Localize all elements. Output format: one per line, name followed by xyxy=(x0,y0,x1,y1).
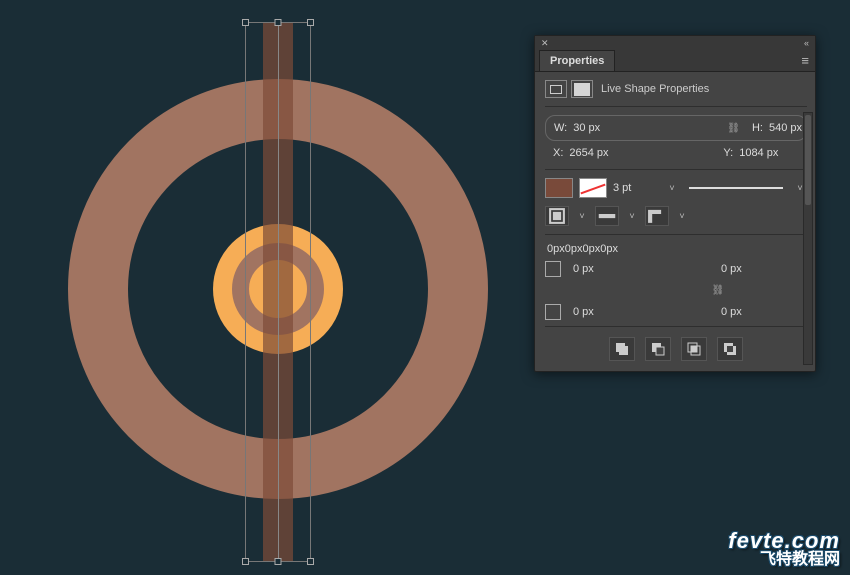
corner-tr-field[interactable] xyxy=(721,263,850,275)
shape-filled-icon[interactable] xyxy=(571,80,593,98)
collapse-icon[interactable]: « xyxy=(804,38,809,48)
cap-dropdown-icon[interactable]: ˅ xyxy=(625,207,639,225)
join-dropdown-icon[interactable]: ˅ xyxy=(675,207,689,225)
link-wh-icon[interactable]: ⛓ xyxy=(721,123,746,134)
handle-top-left[interactable] xyxy=(242,19,249,26)
shape-outline-icon[interactable] xyxy=(545,80,567,98)
scrollbar-thumb[interactable] xyxy=(805,115,811,205)
stroke-weight-field[interactable] xyxy=(613,182,659,194)
divider xyxy=(545,234,807,235)
corner-summary-label: 0px0px0px0px xyxy=(547,243,807,255)
close-icon[interactable]: ✕ xyxy=(541,38,549,49)
fill-stroke-row: ˅ ˅ xyxy=(545,178,807,198)
divider xyxy=(545,169,807,170)
stroke-options-row: ˅ ˅ ˅ xyxy=(545,206,807,226)
panel-title-label: Live Shape Properties xyxy=(601,83,709,95)
stroke-align-dropdown-icon[interactable]: ˅ xyxy=(575,207,589,225)
panel-scrollbar[interactable] xyxy=(803,112,813,365)
handle-bottom-right[interactable] xyxy=(307,558,314,565)
position-row: X: Y: xyxy=(545,147,807,165)
watermark-line1: fevte.com xyxy=(728,529,840,552)
corner-bl-check[interactable] xyxy=(545,304,561,320)
tab-properties[interactable]: Properties xyxy=(539,50,615,71)
width-field[interactable] xyxy=(573,122,715,134)
panel-topbar[interactable]: ✕ « xyxy=(535,36,815,50)
shape-vertical-bar-selected[interactable] xyxy=(263,22,293,562)
stroke-align-button[interactable] xyxy=(545,206,569,226)
corner-bl-field[interactable] xyxy=(573,306,715,318)
pathfinder-subtract-button[interactable] xyxy=(645,337,671,361)
corner-radii-top: ⛓ xyxy=(545,261,807,320)
handle-top-right[interactable] xyxy=(307,19,314,26)
fill-swatch[interactable] xyxy=(545,178,573,198)
pathfinder-exclude-button[interactable] xyxy=(717,337,743,361)
pathfinder-intersect-button[interactable] xyxy=(681,337,707,361)
corner-tl-field[interactable] xyxy=(573,263,715,275)
properties-panel: ✕ « Properties ≡ Live Shape Properties W… xyxy=(534,35,816,372)
dimensions-box: W: ⛓ H: xyxy=(545,115,807,141)
y-label: Y: xyxy=(723,147,733,159)
cap-button[interactable] xyxy=(595,206,619,226)
watermark: fevte.com 飞特教程网 xyxy=(728,529,840,569)
y-field[interactable] xyxy=(739,147,850,159)
shape-title-row: Live Shape Properties xyxy=(545,80,807,98)
watermark-line2: 飞特教程网 xyxy=(728,552,840,569)
panel-tabs: Properties ≡ xyxy=(535,50,815,72)
corner-br-field[interactable] xyxy=(721,306,850,318)
panel-body: Live Shape Properties W: ⛓ H: X: Y: ˅ xyxy=(535,72,815,371)
join-button[interactable] xyxy=(645,206,669,226)
stroke-weight-dropdown-icon[interactable]: ˅ xyxy=(665,179,679,197)
x-field[interactable] xyxy=(569,147,711,159)
stroke-swatch[interactable] xyxy=(579,178,607,198)
panel-menu-icon[interactable]: ≡ xyxy=(801,53,809,68)
divider xyxy=(545,106,807,107)
corner-tl-check[interactable] xyxy=(545,261,561,277)
stroke-style-preview[interactable] xyxy=(689,187,783,189)
handle-bottom-left[interactable] xyxy=(242,558,249,565)
height-label: H: xyxy=(752,122,763,134)
pathfinder-row xyxy=(545,337,807,361)
pathfinder-unite-button[interactable] xyxy=(609,337,635,361)
x-label: X: xyxy=(553,147,563,159)
divider xyxy=(545,326,807,327)
width-label: W: xyxy=(554,122,567,134)
